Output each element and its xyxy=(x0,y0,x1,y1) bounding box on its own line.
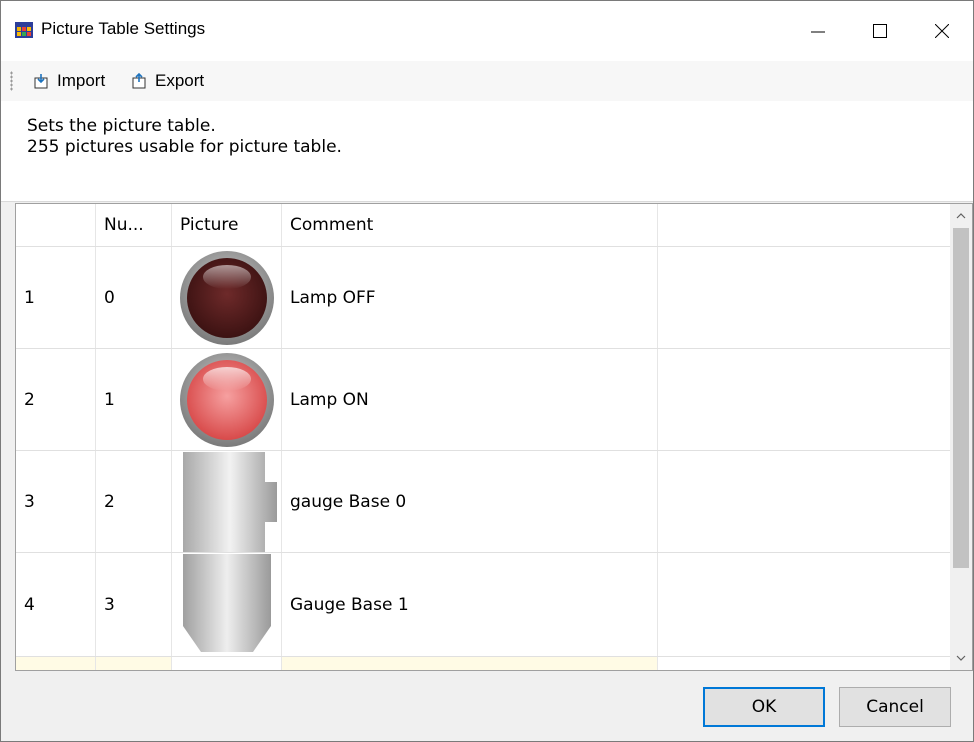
window-title: Picture Table Settings xyxy=(41,19,206,38)
grid-header: Nu... Picture Comment xyxy=(16,204,952,246)
import-icon xyxy=(34,74,48,89)
picture-table-settings-dialog: Picture Table Settings Import Export Set… xyxy=(0,0,974,742)
scroll-down-button[interactable] xyxy=(950,648,972,668)
description-line-1: Sets the picture table. xyxy=(27,116,216,136)
comment-cell[interactable]: Lamp ON xyxy=(282,349,658,450)
export-button[interactable]: Export xyxy=(131,68,204,94)
maximize-icon xyxy=(873,24,887,38)
new-row-number-cell[interactable] xyxy=(96,657,172,670)
close-button[interactable] xyxy=(911,1,973,61)
export-label: Export xyxy=(155,71,205,90)
comment-cell[interactable]: gauge Base 0 xyxy=(282,451,658,552)
export-icon xyxy=(132,72,146,89)
table-icon xyxy=(15,22,33,38)
gauge-base-1-picture xyxy=(182,553,271,652)
picture-cell[interactable] xyxy=(172,553,282,656)
row-index-cell: 1 xyxy=(16,247,96,348)
row-index-cell: 2 xyxy=(16,349,96,450)
picture-table-grid[interactable]: Nu... Picture Comment 1 0 Lamp OFF 2 1 L… xyxy=(15,203,973,671)
minimize-icon xyxy=(811,31,825,33)
new-row-comment-cell[interactable] xyxy=(282,657,658,670)
import-button[interactable]: Import xyxy=(33,68,105,94)
close-icon xyxy=(935,24,949,38)
comment-cell[interactable]: Lamp OFF xyxy=(282,247,658,348)
cancel-button[interactable]: Cancel xyxy=(839,687,951,727)
header-row-index xyxy=(16,204,96,246)
number-cell[interactable]: 0 xyxy=(96,247,172,348)
new-row-index-cell[interactable] xyxy=(16,657,96,670)
header-number[interactable]: Nu... xyxy=(96,204,172,246)
toolbar-grip[interactable] xyxy=(10,71,13,91)
table-row[interactable]: 1 0 Lamp OFF xyxy=(16,246,952,348)
toolbar: Import Export xyxy=(1,61,973,101)
chevron-up-icon xyxy=(956,213,966,219)
header-comment[interactable]: Comment xyxy=(282,204,658,246)
picture-cell[interactable] xyxy=(172,247,282,348)
comment-cell[interactable]: Gauge Base 1 xyxy=(282,553,658,656)
new-row[interactable] xyxy=(16,656,952,670)
lamp-on-picture xyxy=(179,352,274,447)
row-index-cell: 3 xyxy=(16,451,96,552)
description-line-2: 255 pictures usable for picture table. xyxy=(27,137,342,157)
table-row[interactable]: 4 3 Gauge Base 1 xyxy=(16,552,952,656)
chevron-down-icon xyxy=(956,655,966,661)
import-label: Import xyxy=(57,71,106,90)
number-cell[interactable]: 1 xyxy=(96,349,172,450)
picture-cell[interactable] xyxy=(172,451,282,552)
title-bar: Picture Table Settings xyxy=(1,1,973,61)
maximize-button[interactable] xyxy=(849,1,911,61)
number-cell[interactable]: 3 xyxy=(96,553,172,656)
dialog-footer: OK Cancel xyxy=(1,673,973,741)
vertical-scrollbar[interactable] xyxy=(950,204,972,670)
table-row[interactable]: 2 1 Lamp ON xyxy=(16,348,952,450)
description-panel: Sets the picture table. 255 pictures usa… xyxy=(1,101,973,202)
ok-button[interactable]: OK xyxy=(703,687,825,727)
lamp-off-picture xyxy=(179,250,274,345)
header-picture[interactable]: Picture xyxy=(172,204,282,246)
minimize-button[interactable] xyxy=(787,1,849,61)
picture-cell[interactable] xyxy=(172,349,282,450)
new-row-picture-cell[interactable] xyxy=(172,657,282,670)
number-cell[interactable]: 2 xyxy=(96,451,172,552)
row-index-cell: 4 xyxy=(16,553,96,656)
scroll-up-button[interactable] xyxy=(950,206,972,226)
scroll-thumb[interactable] xyxy=(953,228,969,568)
table-row[interactable]: 3 2 gauge Base 0 xyxy=(16,450,952,552)
gauge-base-0-picture xyxy=(182,451,277,552)
